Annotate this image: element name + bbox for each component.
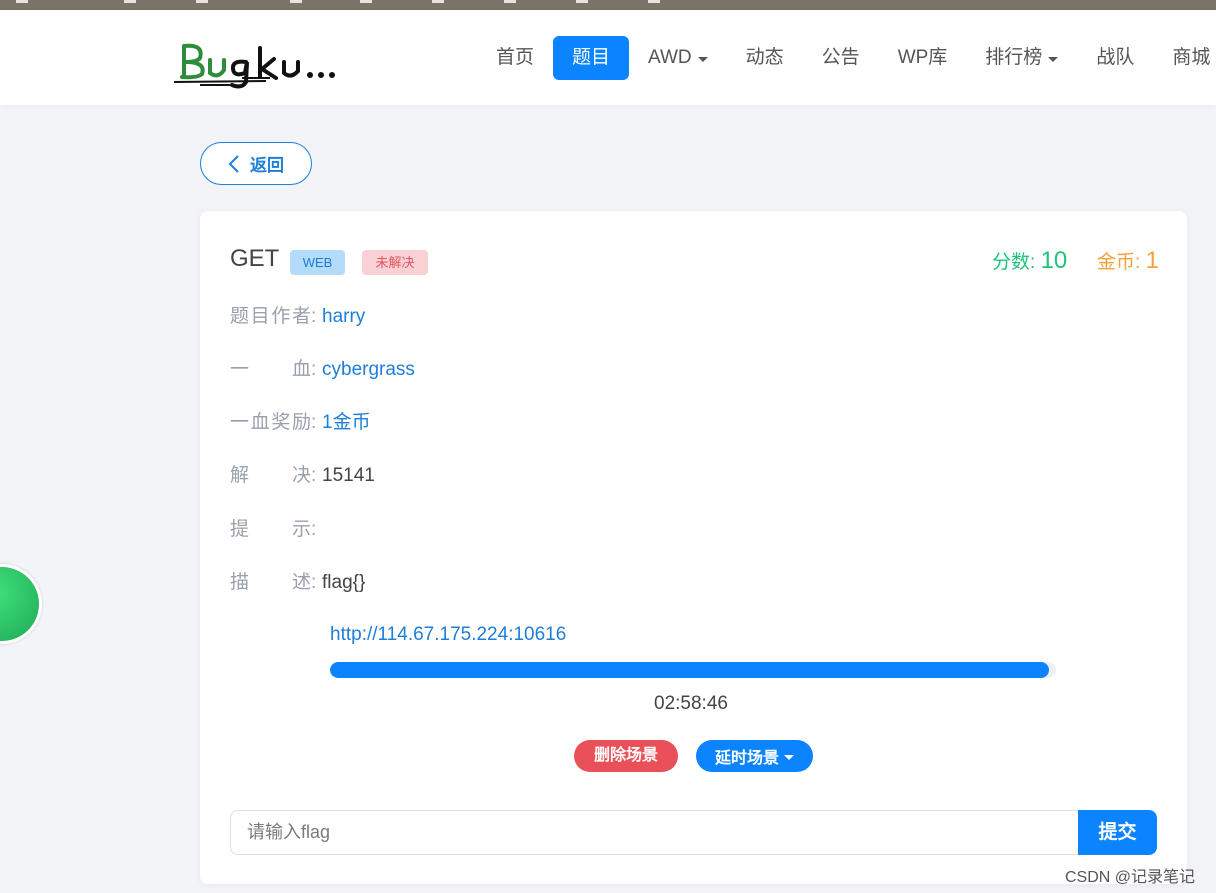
nav-leaderboard[interactable]: 排行榜: [966, 36, 1077, 80]
challenge-title: GET: [230, 245, 280, 272]
info-colon: :: [311, 465, 317, 486]
challenge-card: GET WEB 未解决 分数: 10 金币: 1 题目作者 : harry 一血…: [200, 211, 1187, 884]
info-colon: :: [311, 306, 317, 327]
site-header: 首页 题目 AWD 动态 公告 WP库 排行榜 战队 商城: [0, 10, 1216, 105]
nav-awd-label: AWD: [648, 47, 692, 68]
description-value: flag{}: [322, 572, 366, 593]
caret-down-icon: [1048, 56, 1059, 62]
green-ball-icon: [0, 567, 39, 641]
csdn-watermark: CSDN @记录笔记: [1065, 869, 1196, 886]
nav-wp-library-label: WP库: [897, 47, 948, 68]
score-display: 分数: 10: [992, 247, 1067, 275]
info-label: 题目作者: [230, 306, 311, 327]
status-badge: 未解决: [362, 250, 428, 275]
info-label: 一血奖励: [230, 412, 311, 433]
info-colon: :: [311, 572, 317, 593]
solves-value: 15141: [322, 465, 375, 486]
logo-graphic: [173, 43, 335, 89]
info-colon: :: [311, 519, 317, 540]
nav-home[interactable]: 首页: [477, 36, 553, 80]
nav-awd[interactable]: AWD: [629, 36, 727, 80]
scene-progress-bar: [330, 662, 1056, 678]
first-blood-reward-value: 1金币: [322, 412, 371, 433]
nav-news-label: 动态: [745, 47, 784, 68]
main-nav: 首页 题目 AWD 动态 公告 WP库 排行榜 战队 商城: [477, 36, 1216, 80]
score-label: 分数:: [992, 252, 1036, 273]
bugku-logo[interactable]: [170, 32, 370, 94]
nav-shop-label: 商城: [1172, 47, 1211, 68]
floating-action-ball[interactable]: [0, 564, 42, 644]
scene-progress-fill: [330, 662, 1049, 678]
delay-scene-button[interactable]: 延时场景: [696, 740, 813, 772]
back-button[interactable]: 返回: [200, 142, 312, 185]
caret-down-icon: [697, 56, 708, 62]
delete-scene-button[interactable]: 删除场景: [574, 740, 678, 772]
nav-challenges[interactable]: 题目: [553, 36, 630, 80]
nav-announcements[interactable]: 公告: [803, 36, 879, 80]
browser-top-strip: [0, 0, 1216, 10]
score-value: 10: [1040, 247, 1068, 274]
back-button-label: 返回: [250, 156, 284, 175]
info-label: 提示: [230, 519, 311, 540]
info-label: 解决: [230, 465, 311, 486]
scene-url-link[interactable]: http://114.67.175.224:10616: [330, 624, 566, 646]
delay-scene-label: 延时场景: [714, 750, 779, 767]
chevron-left-icon: [228, 154, 239, 173]
nav-teams-label: 战队: [1096, 47, 1135, 68]
nav-news[interactable]: 动态: [727, 36, 803, 80]
nav-teams[interactable]: 战队: [1077, 36, 1153, 80]
scene-timer: 02:58:46: [654, 693, 728, 714]
nav-leaderboard-label: 排行榜: [985, 47, 1043, 68]
nav-wp-library[interactable]: WP库: [879, 36, 967, 80]
nav-announcements-label: 公告: [821, 47, 860, 68]
category-badge: WEB: [290, 250, 345, 275]
coin-value: 1: [1145, 247, 1159, 274]
nav-shop[interactable]: 商城: [1153, 36, 1216, 80]
first-blood-link[interactable]: cybergrass: [322, 357, 415, 383]
coin-display: 金币: 1: [1097, 247, 1159, 275]
info-colon: :: [311, 412, 317, 433]
info-label: 一血: [230, 359, 311, 380]
flag-input[interactable]: [230, 810, 1078, 855]
author-link[interactable]: harry: [322, 304, 365, 330]
caret-down-icon: [784, 754, 794, 760]
nav-challenges-label: 题目: [572, 47, 611, 68]
coin-label: 金币:: [1097, 252, 1141, 273]
submit-flag-button[interactable]: 提交: [1078, 810, 1157, 855]
delete-scene-label: 删除场景: [593, 747, 658, 764]
nav-home-label: 首页: [496, 47, 535, 68]
info-label: 描述: [230, 572, 311, 593]
info-colon: :: [311, 359, 317, 380]
